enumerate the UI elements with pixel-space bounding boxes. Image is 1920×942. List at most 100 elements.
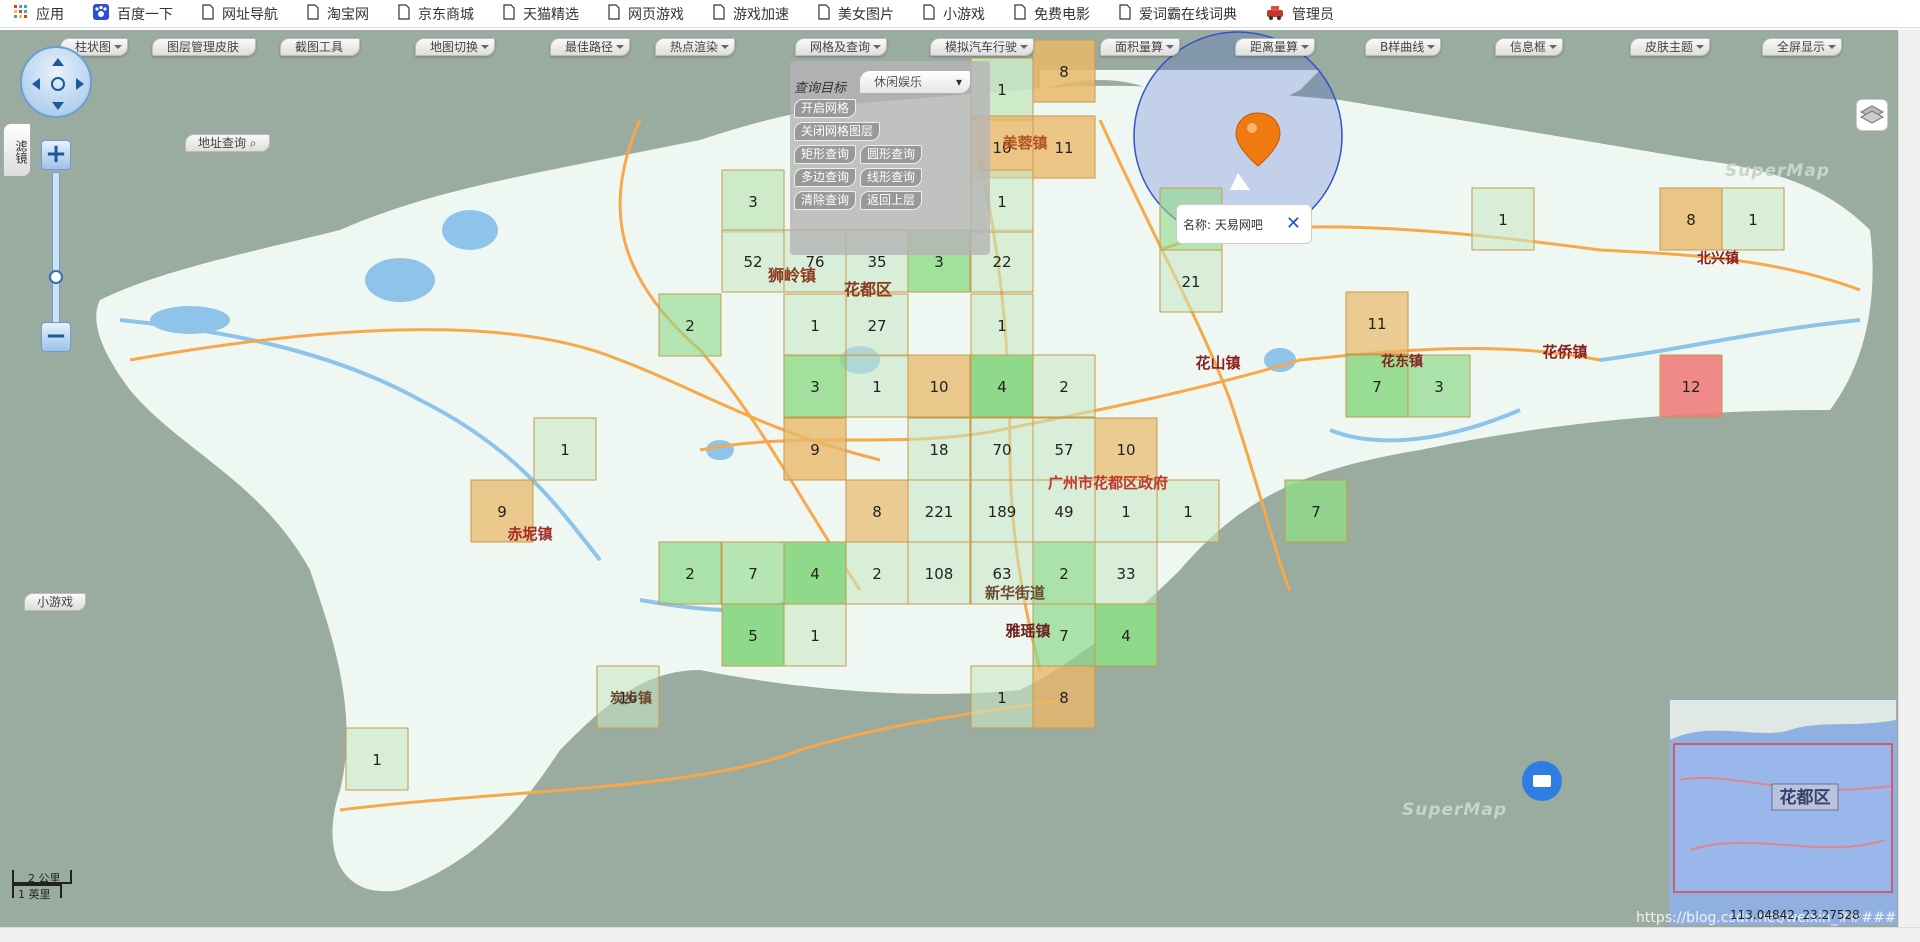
place-label: 花侨镇 [1542,343,1587,361]
grid-count: 2 [1059,565,1069,583]
grid-count: 27 [867,317,886,335]
bookmark-7[interactable]: 游戏加速 [713,3,789,24]
filter-lens-button[interactable]: 滤镜 [3,123,31,177]
pan-arrows-icon [32,58,84,110]
query-target-select[interactable]: 休闲娱乐 [860,71,970,93]
bookmark-12[interactable]: 管理员 [1266,4,1334,24]
bookmark-label: 天猫精选 [523,6,579,23]
zoom-slider-handle[interactable] [49,270,63,284]
bookmark-10[interactable]: 免费电影 [1014,3,1090,24]
toolbar-6[interactable]: 网格及查询 [795,38,888,56]
toolbar-10[interactable]: B样曲线 [1365,38,1442,56]
grid-count: 221 [925,503,954,521]
horizontal-scrollbar[interactable] [0,927,1920,942]
zoom-in-button[interactable]: + [41,140,71,170]
bookmark-8[interactable]: 美女图片 [818,3,894,24]
layers-button[interactable] [1856,99,1888,131]
toolbar-4[interactable]: 最佳路径 [550,38,631,56]
bookmark-9[interactable]: 小游戏 [923,3,985,24]
grid-count: 1 [1498,211,1508,229]
query-panel: 查询目标 休闲娱乐 开启网格关闭网格图层矩形查询圆形查询多边查询线形查询清除查询… [790,61,990,255]
grid-count: 1 [1748,211,1758,229]
grid-count: 49 [1054,503,1073,521]
query-btn-3[interactable]: 圆形查询 [860,145,923,164]
paw-icon [93,3,109,24]
toolbar-9[interactable]: 距离量算 [1235,38,1316,56]
mini-game-button[interactable]: 小游戏 [24,593,87,611]
grid-count: 18 [929,441,948,459]
bookmark-label: 爱词霸在线词典 [1139,6,1237,23]
address-query-label: 地址查询 [198,136,247,150]
place-label: 广州市花都区政府 [1048,474,1168,492]
query-btn-4[interactable]: 多边查询 [794,168,857,187]
bookmark-2[interactable]: 网址导航 [202,3,278,24]
bookmark-4[interactable]: 京东商城 [398,3,474,24]
toolbar-7[interactable]: 模拟汽车行驶 [930,38,1035,56]
query-btn-2[interactable]: 矩形查询 [794,145,857,164]
grid-count: 5 [748,627,758,645]
place-label: 美蓉镇 [1002,134,1047,152]
bookmark-3[interactable]: 淘宝网 [307,3,369,24]
close-icon[interactable]: ✕ [1286,213,1301,234]
grid-count: 22 [992,253,1011,271]
bookmark-0[interactable]: 应用 [14,4,64,24]
bookmarks-bar: 应用 百度一下 网址导航 淘宝网 京东商城 天猫精选 网页游戏 游戏加速 美女图片 小游戏 免费电影… [0,0,1920,28]
user-car-icon [1266,4,1284,24]
query-btn-5[interactable]: 线形查询 [860,168,923,187]
toolbar-13[interactable]: 全屏显示 [1762,38,1843,56]
grid-count: 8 [1686,211,1696,229]
apps-grid-icon [14,4,28,23]
bookmark-11[interactable]: 爱词霸在线词典 [1119,3,1237,24]
address-query-button[interactable]: 地址查询 ⌕ [185,134,270,152]
toolbar-5[interactable]: 热点渲染 [655,38,736,56]
vertical-scrollbar[interactable] [1898,30,1920,927]
bookmark-label: 小游戏 [943,6,985,23]
toolbar-3[interactable]: 地图切换 [415,38,496,56]
bookmark-label: 管理员 [1292,6,1334,23]
bookmark-5[interactable]: 天猫精选 [503,3,579,24]
overview-map[interactable]: 花都区 [1668,698,1898,926]
page-icon [923,3,935,24]
grid-count: 7 [748,565,758,583]
grid-count: 9 [810,441,820,459]
grid-count: 1 [872,378,882,396]
toolbar-12[interactable]: 皮肤主题 [1630,38,1711,56]
pin-highlight [1247,123,1257,133]
zoom-out-button[interactable]: − [41,322,71,352]
page-icon [1119,3,1131,24]
grid-count: 2 [1059,378,1069,396]
query-btn-7[interactable]: 返回上层 [860,191,923,210]
toolbar-2[interactable]: 截图工具 [280,38,361,56]
grid-count: 4 [1121,627,1131,645]
grid-count: 1 [1121,503,1131,521]
bookmark-6[interactable]: 网页游戏 [608,3,684,24]
grid-count: 1 [372,751,382,769]
page-icon [307,3,319,24]
place-label: 花东镇 [1381,353,1423,370]
bookmark-label: 游戏加速 [733,6,789,23]
bookmark-label: 网址导航 [222,6,278,23]
zoom-slider-track[interactable] [52,172,60,324]
query-btn-0[interactable]: 开启网格 [794,99,857,118]
page-icon [503,3,515,24]
place-label: 花都区 [844,280,892,299]
grid-count: 2 [685,317,695,335]
map-viewport[interactable]: 8 1 10 11 3 52 76 35 3 22 1 2 1 27 1 3 1 10 4 2 1 9 18 70 57 10 9 8… [0,30,1920,927]
place-label: 雅瑶镇 [1004,622,1050,640]
grid-count: 10 [1116,441,1135,459]
toolbar-1[interactable]: 图层管理皮肤 [152,38,257,56]
bookmark-1[interactable]: 百度一下 [93,3,173,24]
query-btn-1[interactable]: 关闭网格图层 [794,122,881,141]
bookmark-label: 淘宝网 [327,6,369,23]
query-btn-6[interactable]: 清除查询 [794,191,857,210]
grid-count: 70 [992,441,1011,459]
toolbar-8[interactable]: 面积量算 [1100,38,1181,56]
page-icon [398,3,410,24]
overview-label: 花都区 [1780,787,1831,808]
grid-count: 1 [997,81,1007,99]
toolbar-11[interactable]: 信息框 [1495,38,1564,56]
grid-count: 21 [1181,273,1200,291]
lake-5 [706,440,734,460]
layers-icon [1859,105,1885,124]
pan-control[interactable] [20,46,92,118]
